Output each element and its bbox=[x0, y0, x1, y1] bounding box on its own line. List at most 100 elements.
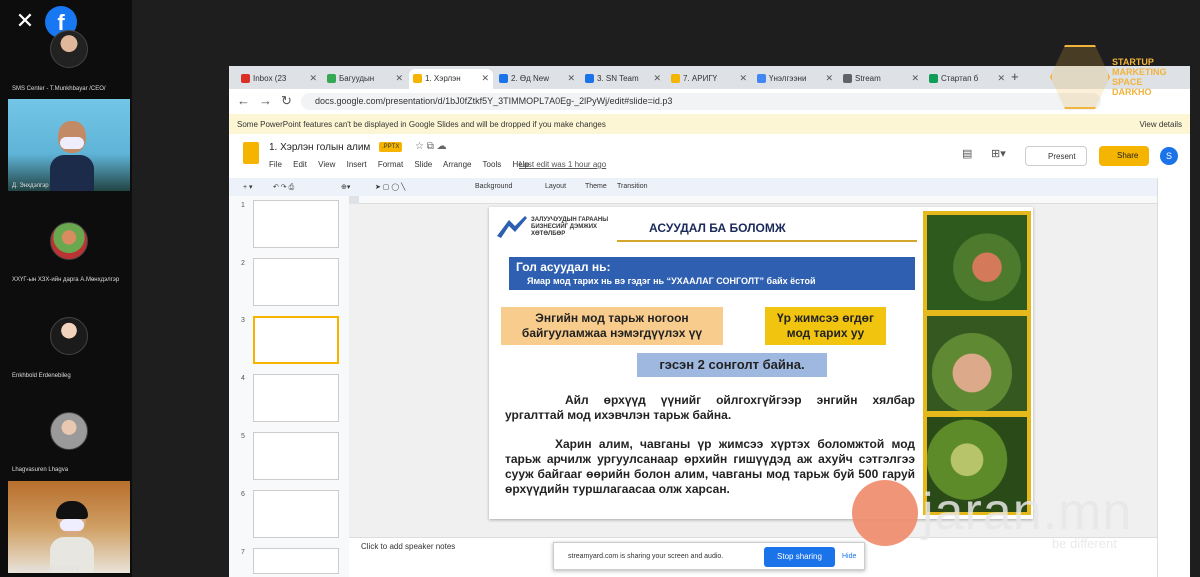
menu-slide[interactable]: Slide bbox=[414, 160, 432, 169]
browser-tab[interactable]: 7. АРИГҮ ✕ bbox=[667, 69, 751, 89]
slide-thumbnail[interactable] bbox=[253, 548, 339, 574]
comment-icon[interactable]: ▤ bbox=[962, 147, 972, 160]
browser-tab[interactable]: Stream ✕ bbox=[839, 69, 923, 89]
menu-insert[interactable]: Insert bbox=[347, 160, 367, 169]
slide-number: 1 bbox=[241, 202, 245, 209]
doc-header: 1. Хэрлэн голын алим .PPTX ☆ ⧉ ☁ File Ed… bbox=[229, 134, 1190, 178]
compat-notice: Some PowerPoint features can't be displa… bbox=[229, 114, 1190, 134]
program-logo: ЗАЛУУЧУУДЫН ГАРААНЫ БИЗНЕСИЙГ ДЭМЖИХ ХӨТ… bbox=[495, 214, 613, 244]
reload-icon[interactable]: ↻ bbox=[281, 93, 292, 109]
browser-tab-active[interactable]: 1. Хэрлэн ✕ bbox=[409, 69, 493, 89]
last-edit-link[interactable]: Last edit was 1 hour ago bbox=[519, 160, 606, 169]
browser-tab[interactable]: Inbox (23 ✕ bbox=[237, 69, 321, 89]
menu-file[interactable]: File bbox=[269, 160, 282, 169]
badge-line: MARKETING bbox=[1112, 67, 1167, 77]
toolbar-theme[interactable]: Theme bbox=[585, 183, 607, 190]
slide-filmstrip: 1 2 3 4 5 6 7 bbox=[229, 196, 349, 577]
select-icon[interactable]: ➤ ▢ ◯ ╲ bbox=[375, 183, 405, 191]
badge-line: STARTUP bbox=[1112, 57, 1154, 67]
notes-placeholder: Click to add speaker notes bbox=[361, 542, 456, 551]
close-icon[interactable]: ✕ bbox=[739, 73, 747, 84]
menu-tools[interactable]: Tools bbox=[483, 160, 502, 169]
question-title: Гол асуудал нь: bbox=[516, 260, 611, 274]
participant-name: Lhagvasuren Lhagva bbox=[12, 467, 69, 473]
editing-toolbar: + ▾ ↶ ↷ ⎙ ⊕▾ ➤ ▢ ◯ ╲ Background Layout T… bbox=[229, 178, 1190, 196]
tab-label: 2. Өд New bbox=[511, 74, 550, 83]
slide-thumbnail[interactable] bbox=[253, 490, 339, 538]
tab-label: 1. Хэрлэн bbox=[425, 74, 461, 83]
browser-tab[interactable]: Стартап б ✕ bbox=[925, 69, 1009, 89]
add-icon[interactable]: ⊞▾ bbox=[991, 147, 1006, 160]
tab-label: 7. АРИГҮ bbox=[683, 74, 718, 83]
browser-tab[interactable]: Үнэлгээни ✕ bbox=[753, 69, 837, 89]
menu-format[interactable]: Format bbox=[378, 160, 403, 169]
badge-line: DARKHO bbox=[1112, 87, 1152, 97]
browser-tab[interactable]: 3. SN Team ✕ bbox=[581, 69, 665, 89]
slide-thumbnail[interactable] bbox=[253, 374, 339, 422]
slide-thumbnail[interactable] bbox=[253, 432, 339, 480]
apple-photo-strip bbox=[923, 211, 1031, 515]
option-right: Үр жимсээ өгдөг мод тарих уу bbox=[765, 307, 886, 345]
doc-title[interactable]: 1. Хэрлэн голын алим bbox=[269, 142, 370, 153]
close-icon[interactable]: ✕ bbox=[395, 73, 403, 84]
slide-thumbnail[interactable] bbox=[253, 200, 339, 248]
chrome-icon bbox=[671, 74, 680, 83]
toolbar-transition[interactable]: Transition bbox=[617, 183, 647, 190]
slide-thumbnail[interactable] bbox=[253, 258, 339, 306]
chrome-icon bbox=[585, 74, 594, 83]
close-icon[interactable]: ✕ bbox=[911, 73, 919, 84]
menu-arrange[interactable]: Arrange bbox=[443, 160, 471, 169]
slide-number: 2 bbox=[241, 260, 245, 267]
participant-name: Маргажаргал Б.Сэлэнгэ bbox=[12, 566, 79, 572]
participant-avatar bbox=[50, 30, 88, 68]
apple-photo bbox=[927, 215, 1027, 310]
close-icon[interactable]: ✕ bbox=[567, 73, 575, 84]
person-figure bbox=[50, 501, 94, 573]
slides-logo-icon[interactable] bbox=[243, 142, 259, 164]
apple-photo bbox=[927, 316, 1027, 411]
jaran-watermark: jaran.mn be different bbox=[846, 472, 1156, 562]
zoom-icon[interactable]: ⊕▾ bbox=[341, 183, 350, 191]
close-icon[interactable]: ✕ bbox=[825, 73, 833, 84]
slides-icon bbox=[413, 74, 422, 83]
participant-name: SMS Center - T.Munkhbayar /CEO/ bbox=[12, 86, 106, 92]
hexagon-logo-icon bbox=[1050, 45, 1110, 109]
slide-thumbnail-selected[interactable] bbox=[253, 316, 339, 364]
participant-name: Д. Энхдэлгэр bbox=[12, 183, 49, 189]
toolbar-background[interactable]: Background bbox=[475, 183, 512, 190]
new-tab-button[interactable]: + bbox=[1011, 69, 1019, 84]
close-icon[interactable]: ✕ bbox=[481, 73, 489, 84]
slide-number: 6 bbox=[241, 491, 245, 498]
menu-edit[interactable]: Edit bbox=[293, 160, 307, 169]
gmail-icon bbox=[241, 74, 250, 83]
url-field[interactable]: docs.google.com/presentation/d/1bJ0fZtkf… bbox=[301, 93, 1101, 110]
back-icon[interactable]: ← bbox=[237, 93, 250, 108]
question-box: Гол асуудал нь: Ямар мод тарих нь вэ гэд… bbox=[509, 257, 915, 290]
present-button[interactable]: Present bbox=[1025, 146, 1087, 166]
tab-label: Үнэлгээни bbox=[769, 74, 807, 83]
menu-view[interactable]: View bbox=[318, 160, 335, 169]
share-button[interactable]: Share bbox=[1099, 146, 1149, 166]
slide-number: 3 bbox=[241, 317, 245, 324]
close-icon[interactable]: ✕ bbox=[997, 73, 1005, 84]
pptx-badge: .PPTX bbox=[379, 142, 403, 152]
browser-tab[interactable]: Багуудын ✕ bbox=[323, 69, 407, 89]
close-icon[interactable]: ✕ bbox=[309, 73, 317, 84]
star-icon[interactable]: ☆ ⧉ ☁ bbox=[415, 141, 447, 152]
tab-strip: Inbox (23 ✕ Багуудын ✕ 1. Хэрлэн ✕ 2. Өд Ne… bbox=[229, 66, 1190, 89]
new-slide-icon[interactable]: + ▾ bbox=[243, 183, 253, 191]
menu-bar: File Edit View Insert Format Slide Arran… bbox=[269, 160, 538, 169]
view-details-link[interactable]: View details bbox=[1139, 120, 1182, 129]
close-icon[interactable]: ✕ bbox=[12, 8, 38, 34]
undo-icon[interactable]: ↶ ↷ ⎙ bbox=[273, 183, 294, 192]
browser-tab[interactable]: 2. Өд New ✕ bbox=[495, 69, 579, 89]
forward-icon[interactable]: → bbox=[259, 93, 272, 108]
tab-label: 3. SN Team bbox=[597, 74, 639, 83]
slide-heading: АСУУДАЛ БА БОЛОМЖ bbox=[649, 221, 786, 235]
stop-sharing-button[interactable]: Stop sharing bbox=[764, 547, 835, 567]
close-icon[interactable]: ✕ bbox=[653, 73, 661, 84]
participant-name: ХХҮГ-ын ХЗХ-ийн дарга А.Мөнхдэлгэр bbox=[12, 277, 120, 283]
toolbar-layout[interactable]: Layout bbox=[545, 183, 566, 190]
account-avatar[interactable]: S bbox=[1160, 147, 1178, 165]
person-figure bbox=[50, 121, 94, 191]
